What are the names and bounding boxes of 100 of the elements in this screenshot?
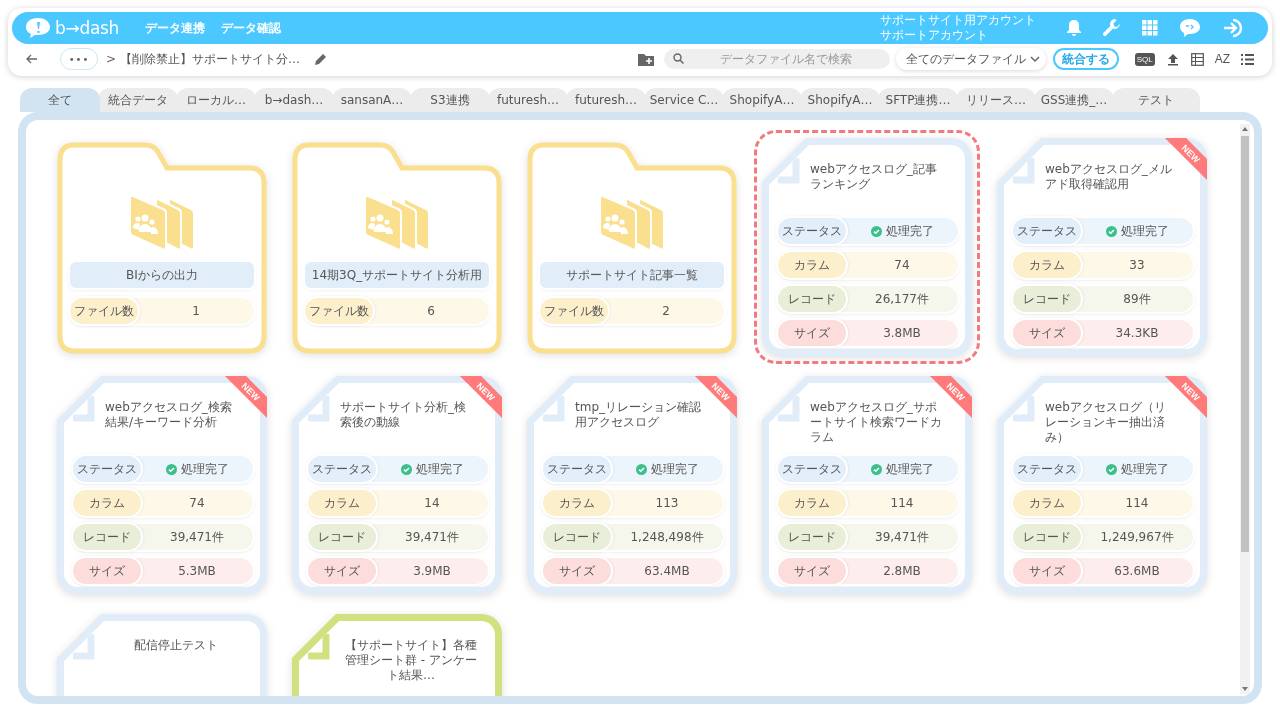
tab[interactable]: futuresh… (488, 88, 568, 112)
corner-fold-icon (308, 634, 332, 660)
row-label: カラム (543, 490, 611, 516)
tab[interactable]: SFTP連携… (878, 88, 958, 112)
logo-icon (24, 17, 52, 39)
row-label: ステータス (778, 218, 846, 244)
filter-dropdown[interactable]: 全てのデータファイル (895, 48, 1046, 70)
tab[interactable]: ShopifyA… (722, 88, 802, 112)
row-value: 3.8MB (883, 326, 921, 340)
table-icon[interactable] (1190, 52, 1204, 66)
folder-name[interactable]: サポートサイト記事一覧 (540, 262, 724, 288)
row-value: 63.6MB (1114, 564, 1160, 578)
sort-icon[interactable]: AZ (1214, 52, 1230, 66)
tab[interactable]: 全て (20, 88, 100, 112)
status-text: 処理完了 (180, 460, 229, 478)
corner-fold-icon (73, 396, 97, 422)
row-label: ステータス (1013, 218, 1081, 244)
file-card[interactable]: 配信停止テスト (57, 614, 267, 696)
tab[interactable]: テスト (1112, 88, 1200, 112)
tab[interactable]: sansanA… (332, 88, 412, 112)
row-label: ステータス (543, 456, 611, 482)
tab[interactable]: S3連携 (410, 88, 490, 112)
row-value: 39,471件 (170, 528, 224, 546)
row-label: カラム (308, 490, 376, 516)
row-value: 1,248,498件 (630, 528, 704, 546)
row-label: ステータス (73, 456, 141, 482)
sign-in-icon[interactable] (1222, 18, 1244, 38)
row-value: 1 (192, 304, 200, 318)
row-label: カラム (1013, 252, 1081, 278)
logo-text: b→dash (55, 18, 120, 38)
row-value: 34.3KB (1115, 326, 1159, 340)
row-value: 6 (427, 304, 435, 318)
back-arrow-icon[interactable] (26, 54, 38, 64)
tab[interactable]: futuresh… (566, 88, 646, 112)
row-value: 2.8MB (883, 564, 921, 578)
row-value: 114 (890, 496, 914, 510)
tab[interactable]: GSS連携_… (1034, 88, 1114, 112)
row-label: サイズ (73, 558, 141, 584)
row-value: 33 (1129, 258, 1145, 272)
file-card[interactable]: 【サポートサイト】各種管理シート群 - アンケート結果… (292, 614, 502, 696)
corner-fold-icon (778, 158, 802, 184)
scroll-down-arrow-icon[interactable] (1242, 687, 1248, 691)
row-value: 26,177件 (875, 290, 929, 308)
row-value: 2 (662, 304, 670, 318)
grid-icon[interactable] (1142, 20, 1158, 36)
tab[interactable]: ShopifyA… (800, 88, 880, 112)
row-label: レコード (778, 524, 846, 550)
corner-fold-icon (308, 396, 332, 422)
scrollbar[interactable] (1240, 124, 1250, 694)
check-circle-icon (635, 463, 647, 475)
pencil-icon[interactable] (314, 52, 328, 66)
row-value: 63.4MB (644, 564, 690, 578)
check-circle-icon (870, 225, 882, 237)
corner-fold-icon (543, 396, 567, 422)
tab[interactable]: Service C… (644, 88, 724, 112)
corner-fold-icon (1013, 396, 1037, 422)
row-label: レコード (1013, 524, 1081, 550)
file-title[interactable]: webアクセスログ_記事ランキング (810, 162, 942, 192)
file-title[interactable]: 配信停止テスト (105, 638, 247, 653)
row-value: 114 (1125, 496, 1149, 510)
account-name: サポートサイト用アカウント (880, 13, 1036, 28)
folder-plus-icon[interactable] (637, 52, 654, 66)
more-button[interactable]: ••• (60, 48, 98, 70)
breadcrumb-separator: > (106, 52, 117, 66)
row-value: 14 (424, 496, 440, 510)
bell-icon[interactable] (1066, 19, 1082, 37)
row-label: サイズ (778, 320, 846, 346)
row-label: サイズ (778, 558, 846, 584)
sql-icon[interactable]: SQL (1134, 52, 1155, 66)
search-field[interactable]: データファイル名で検索 (663, 49, 890, 69)
row-value: 5.3MB (178, 564, 216, 578)
tab[interactable]: リリース… (956, 88, 1036, 112)
stacked-files-icon (364, 194, 430, 252)
corner-fold-icon (1013, 158, 1037, 184)
row-label: レコード (1013, 286, 1081, 312)
tab[interactable]: b→dash… (254, 88, 334, 112)
breadcrumb-link[interactable]: 【削除禁止】サポートサイト分… (120, 50, 301, 68)
row-value: 3.9MB (413, 564, 451, 578)
search-icon (672, 53, 684, 64)
row-label: ステータス (1013, 456, 1081, 482)
file-card[interactable]: webアクセスログ_記事ランキング ステータス 処理完了 カラム 74 レコード 26,177件 サイズ 3.8MB (762, 138, 972, 356)
folder-name[interactable]: BIからの出力 (70, 262, 254, 288)
row-label: ステータス (308, 456, 376, 482)
wrench-icon[interactable] (1102, 18, 1122, 38)
row-label: レコード (778, 286, 846, 312)
scroll-up-arrow-icon[interactable] (1242, 127, 1248, 131)
folder-name[interactable]: 14期3Q_サポートサイト分析用 (305, 262, 489, 288)
tab[interactable]: 統合データ (98, 88, 178, 112)
row-value: 113 (655, 496, 679, 510)
corner-fold-icon (778, 396, 802, 422)
status-text: 処理完了 (885, 222, 934, 240)
status-text: 処理完了 (1120, 222, 1169, 240)
tab[interactable]: ローカル… (176, 88, 256, 112)
row-value: 39,471件 (405, 528, 459, 546)
upload-icon[interactable] (1166, 52, 1179, 66)
list-icon[interactable] (1241, 53, 1254, 65)
status-text: 処理完了 (1120, 460, 1169, 478)
row-label: サイズ (308, 558, 376, 584)
row-value: 74 (189, 496, 205, 510)
row-label: ファイル数 (70, 298, 138, 324)
